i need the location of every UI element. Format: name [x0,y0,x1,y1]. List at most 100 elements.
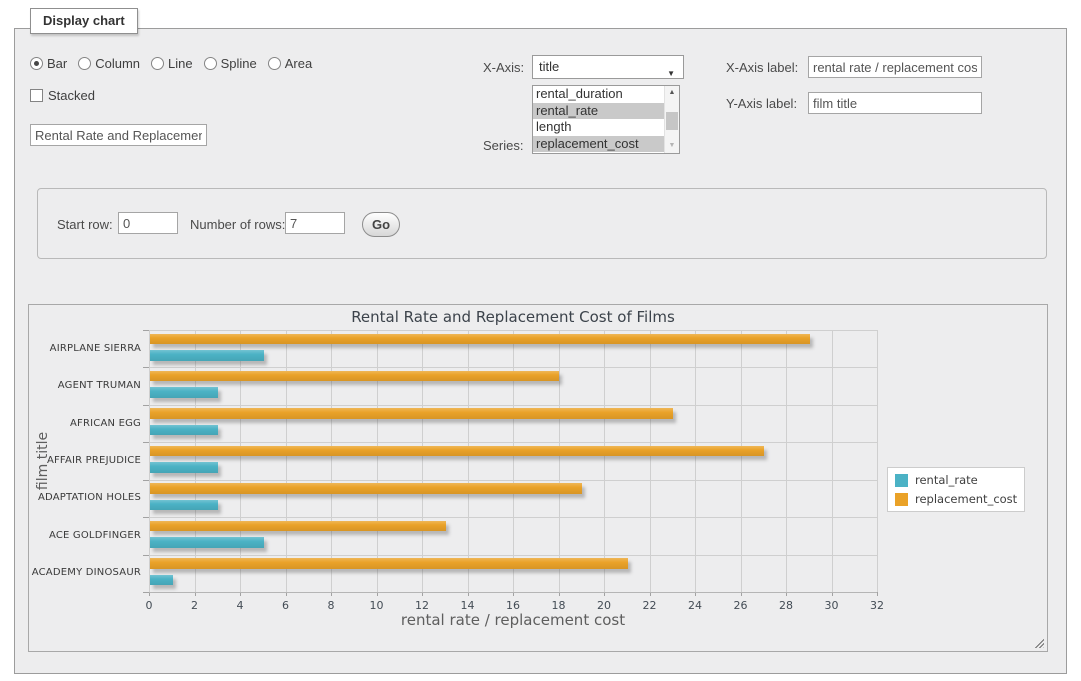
bar-rental_rate [150,575,173,586]
chart-legend: rental_rate replacement_cost [887,467,1025,512]
y-axis-tick [143,330,149,331]
radio-line[interactable]: Line [151,56,193,71]
y-axis-label-input[interactable] [808,92,982,114]
x-axis-tick [877,592,878,596]
x-axis-select[interactable]: title ▼ [532,55,684,79]
radio-label: Column [95,56,140,71]
x-axis-label-input[interactable] [808,56,982,78]
y-axis-tick [143,555,149,556]
bar-replacement_cost [150,408,673,419]
rows-control-panel [37,188,1047,259]
category-label: ACE GOLDFINGER [29,530,141,541]
radio-column[interactable]: Column [78,56,140,71]
radio-icon[interactable] [204,57,217,70]
y-axis-tick [143,592,149,593]
bar-replacement_cost [150,483,582,494]
radio-spline[interactable]: Spline [204,56,257,71]
gridline-vertical [832,330,833,592]
go-button[interactable]: Go [362,212,400,237]
gridline-horizontal [149,442,877,443]
gridline-vertical [422,330,423,592]
category-label: ACADEMY DINOSAUR [29,567,141,578]
chart-x-axis-label: rental rate / replacement cost [149,611,877,629]
gridline-horizontal [149,517,877,518]
scrollbar-thumb[interactable] [666,112,678,130]
legend-label: replacement_cost [915,492,1017,506]
gridline-vertical [877,330,878,592]
legend-item-rental_rate: rental_rate [895,473,1017,487]
radio-icon[interactable] [151,57,164,70]
gridline-horizontal [149,592,877,593]
legend-item-replacement_cost: replacement_cost [895,492,1017,506]
y-axis-tick [143,442,149,443]
bar-rental_rate [150,500,218,511]
series-option-rental_rate[interactable]: rental_rate [533,103,679,120]
number-of-rows-input[interactable] [285,212,345,234]
chart-container: Rental Rate and Replacement Cost of Film… [28,304,1048,652]
page: Display chart Bar Column Line Spline Area St… [0,0,1081,681]
chart-y-axis-label: film title [35,391,51,531]
x-axis-selected-value: title [539,59,559,74]
series-option-rental_duration[interactable]: rental_duration [533,86,679,103]
radio-label: Bar [47,56,67,71]
radio-label: Area [285,56,312,71]
bar-rental_rate [150,425,218,436]
gridline-vertical [377,330,378,592]
gridline-vertical [559,330,560,592]
stacked-checkbox-row[interactable]: Stacked [30,88,95,103]
radio-icon[interactable] [268,57,281,70]
radio-area[interactable]: Area [268,56,312,71]
x-axis-select-label: X-Axis: [483,60,524,75]
gridline-vertical [468,330,469,592]
series-multiselect[interactable]: rental_durationrental_ratelengthreplacem… [532,85,680,154]
gridline-vertical [513,330,514,592]
bar-replacement_cost [150,334,810,345]
bar-replacement_cost [150,446,764,457]
bar-rental_rate [150,350,264,361]
bar-replacement_cost [150,371,559,382]
gridline-horizontal [149,330,877,331]
x-axis-label-label: X-Axis label: [726,60,798,75]
chart-type-radio-group: Bar Column Line Spline Area [30,56,323,71]
series-option-length[interactable]: length [533,119,679,136]
gridline-vertical [786,330,787,592]
chart-title-input[interactable] [30,124,207,146]
scroll-down-button[interactable]: ▼ [665,139,679,153]
bar-rental_rate [150,537,264,548]
bar-rental_rate [150,462,218,473]
series-option-replacement_cost[interactable]: replacement_cost [533,136,679,153]
number-of-rows-label: Number of rows: [190,217,285,232]
radio-label: Spline [221,56,257,71]
gridline-vertical [240,330,241,592]
radio-label: Line [168,56,193,71]
bar-replacement_cost [150,558,628,569]
gridline-vertical [149,330,150,592]
y-axis-tick [143,405,149,406]
scroll-up-button[interactable]: ▲ [665,86,679,100]
stacked-checkbox[interactable] [30,89,43,102]
category-label: AGENT TRUMAN [29,380,141,391]
radio-icon[interactable] [30,57,43,70]
gridline-vertical [604,330,605,592]
start-row-label: Start row: [57,217,113,232]
y-axis-tick [143,367,149,368]
legend-swatch-rental_rate [895,474,908,487]
gridline-vertical [195,330,196,592]
gridline-vertical [741,330,742,592]
bar-replacement_cost [150,521,446,532]
category-label: AIRPLANE SIERRA [29,343,141,354]
radio-bar[interactable]: Bar [30,56,67,71]
series-select-label: Series: [483,138,523,153]
bar-rental_rate [150,387,218,398]
y-axis-tick [143,517,149,518]
gridline-vertical [331,330,332,592]
gridline-vertical [650,330,651,592]
radio-icon[interactable] [78,57,91,70]
gridline-vertical [286,330,287,592]
legend-label: rental_rate [915,473,978,487]
start-row-input[interactable] [118,212,178,234]
series-scrollbar[interactable]: ▲ ▼ [664,86,679,153]
resize-handle-icon[interactable] [1033,637,1044,648]
series-options: rental_durationrental_ratelengthreplacem… [533,86,679,152]
fieldset-legend: Display chart [30,8,138,34]
